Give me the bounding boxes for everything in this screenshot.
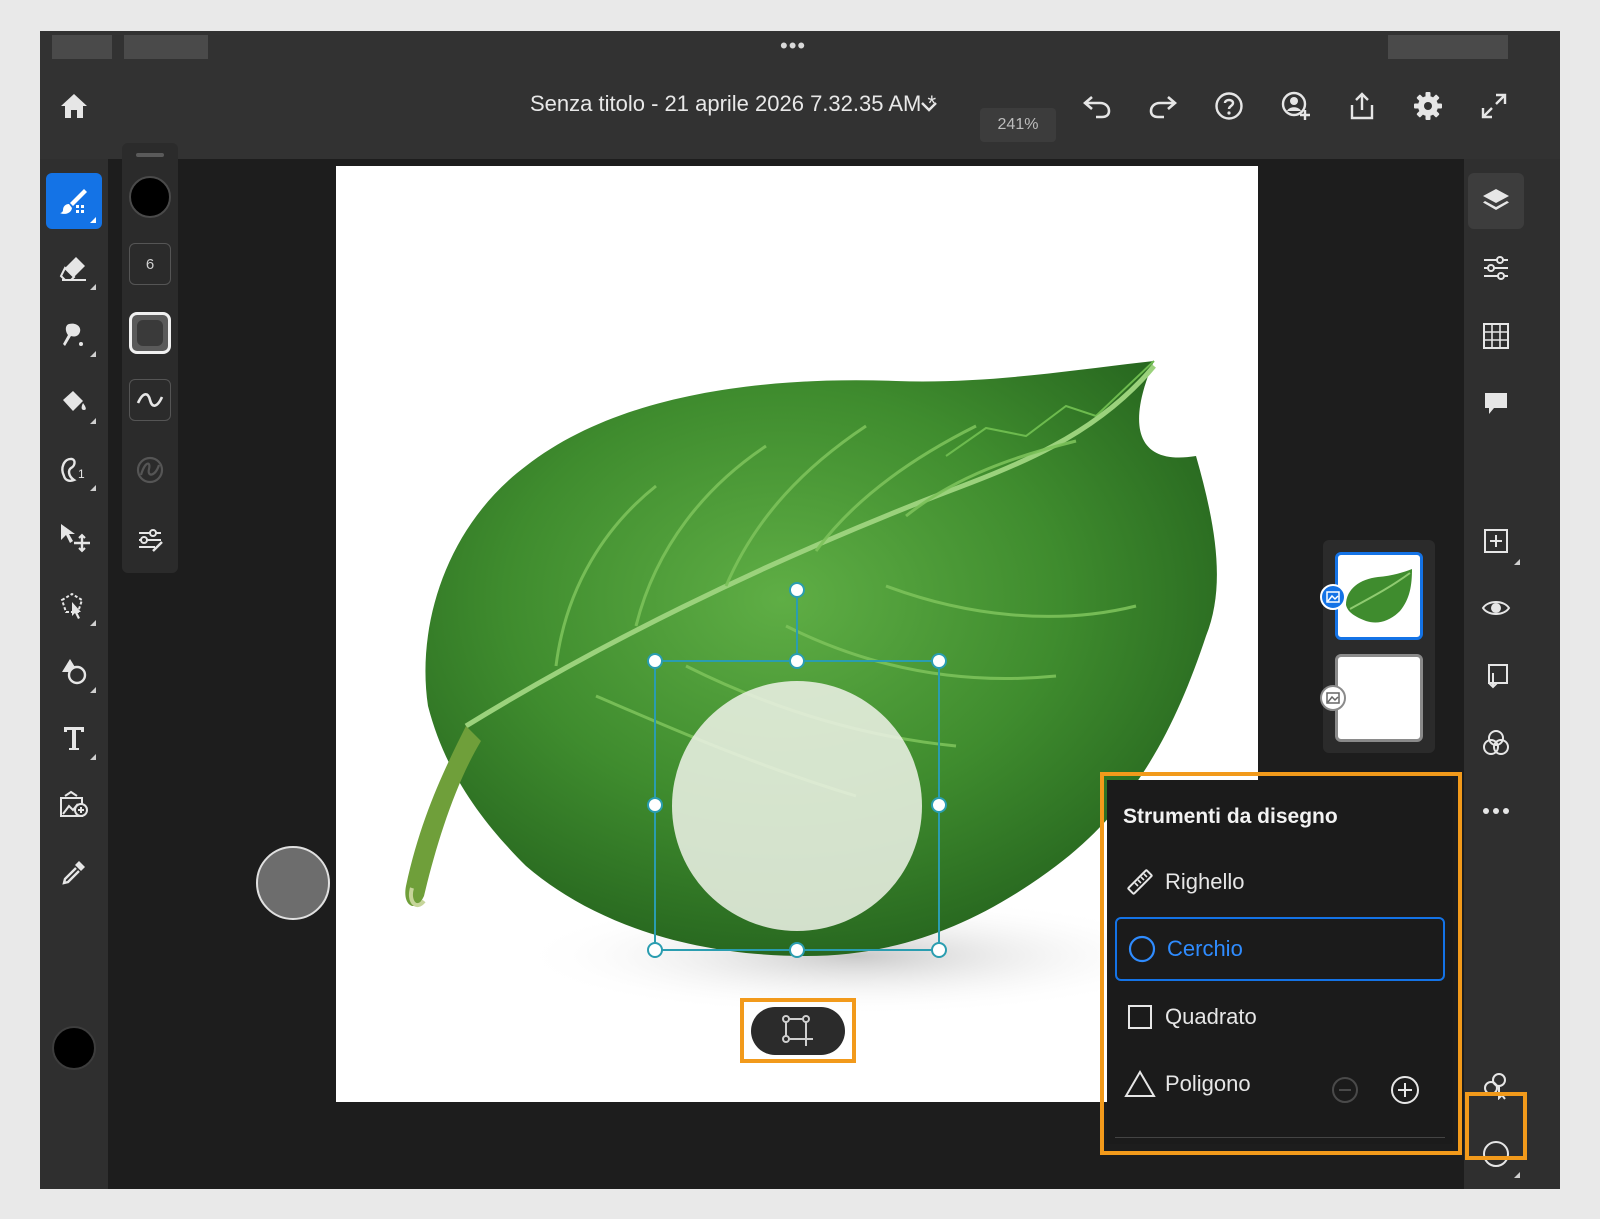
increase-sides-icon[interactable]: [1389, 1074, 1421, 1106]
transform-button[interactable]: [751, 1007, 845, 1055]
invite-user-icon[interactable]: [1276, 86, 1316, 126]
share-icon[interactable]: [1342, 86, 1382, 126]
left-toolbar: 1: [40, 159, 108, 1189]
circle-label: Cerchio: [1167, 936, 1243, 961]
layer-thumbnail-leaf[interactable]: [1335, 552, 1423, 640]
eyedropper-tool[interactable]: [46, 844, 102, 900]
comments-button[interactable]: [1468, 375, 1524, 431]
decrease-sides-icon[interactable]: [1331, 1076, 1359, 1104]
adjustments-button[interactable]: [1468, 240, 1524, 296]
modifier-touch-button[interactable]: [256, 846, 330, 920]
shape-tool[interactable]: [46, 643, 102, 699]
text-tool[interactable]: [46, 710, 102, 766]
smoothing-button[interactable]: [129, 379, 171, 421]
circle-icon: [1117, 934, 1167, 964]
layers-thumbnail-panel: [1320, 540, 1435, 753]
clipping-mask-button[interactable]: [1468, 648, 1524, 704]
popup-title: Strumenti da disegno: [1123, 805, 1338, 828]
blend-icon: [1483, 730, 1509, 755]
more-button[interactable]: [1468, 783, 1524, 839]
more-icon: [1483, 808, 1509, 814]
brush-size-button[interactable]: 6: [129, 243, 171, 285]
lasso-select-tool[interactable]: 1: [46, 441, 102, 497]
square-option[interactable]: Quadrato: [1115, 985, 1445, 1049]
ruler-label: Righello: [1165, 869, 1245, 894]
visibility-button[interactable]: [1468, 580, 1524, 636]
image-layer-icon: [1320, 685, 1346, 711]
panel-grip[interactable]: [136, 153, 164, 157]
document-title[interactable]: Senza titolo - 21 aprile 2026 7.32.35 AM…: [530, 91, 936, 117]
top-bar: Senza titolo - 21 aprile 2026 7.32.35 AM…: [40, 61, 1560, 159]
square-icon: [1115, 1002, 1165, 1032]
add-layer-button[interactable]: [1468, 513, 1524, 569]
eraser-tool[interactable]: [46, 240, 102, 296]
brush-preset-button[interactable]: [129, 312, 171, 354]
ruler-option[interactable]: Righello: [1115, 850, 1445, 914]
comment-icon: [1485, 393, 1507, 414]
drawing-tools-popup: Strumenti da disegno Righello Cerchio Qu…: [1107, 780, 1453, 1144]
status-bar: •••: [40, 31, 1560, 61]
brush-tool[interactable]: [46, 173, 102, 229]
polygon-label: Poligono: [1165, 1071, 1251, 1096]
healing-tool[interactable]: [46, 307, 102, 363]
layer-thumbnail-background[interactable]: [1335, 654, 1423, 742]
app-window: ••• Senza titolo - 21 aprile 2026 7.32.3…: [40, 31, 1560, 1189]
layers-icon: [1483, 189, 1509, 210]
brush-options-panel: 6: [122, 143, 178, 573]
polygon-option[interactable]: Poligono: [1115, 1052, 1315, 1116]
right-toolbar: [1464, 159, 1560, 1189]
transform-icon: [782, 1015, 813, 1046]
expand-icon[interactable]: [1474, 86, 1514, 126]
square-label: Quadrato: [1165, 1004, 1257, 1029]
multitask-dots[interactable]: •••: [780, 33, 806, 59]
grid-icon: [1483, 323, 1509, 349]
brush-settings-icon[interactable]: [129, 519, 171, 561]
add-layer-icon: [1484, 529, 1508, 553]
status-blur: [1388, 35, 1508, 59]
chevron-down-icon[interactable]: [909, 86, 949, 126]
status-blur: [52, 35, 112, 59]
undo-icon[interactable]: [1077, 86, 1117, 126]
drawing-aids-highlight: [1465, 1092, 1527, 1160]
svg-text:1: 1: [78, 467, 85, 481]
status-blur: [124, 35, 208, 59]
place-image-tool[interactable]: [46, 777, 102, 833]
pressure-icon[interactable]: [129, 449, 171, 491]
circle-option[interactable]: Cerchio: [1115, 917, 1445, 981]
triangle-icon: [1115, 1069, 1165, 1099]
layers-button[interactable]: [1468, 173, 1524, 229]
sliders-icon: [1484, 256, 1508, 280]
fill-tool[interactable]: [46, 374, 102, 430]
move-tool[interactable]: [46, 509, 102, 565]
popup-divider: [1115, 1137, 1445, 1138]
home-icon[interactable]: [54, 86, 94, 126]
ruler-icon: [1115, 867, 1165, 897]
quick-select-tool[interactable]: [46, 576, 102, 632]
gear-icon[interactable]: [1408, 86, 1448, 126]
help-icon[interactable]: [1209, 86, 1249, 126]
brush-color-swatch[interactable]: [129, 176, 171, 218]
zoom-level[interactable]: 241%: [980, 108, 1056, 142]
eye-icon: [1481, 601, 1511, 615]
clip-mask-icon: [1488, 664, 1508, 689]
blend-mode-button[interactable]: [1468, 715, 1524, 771]
grid-button[interactable]: [1468, 308, 1524, 364]
redo-icon[interactable]: [1143, 86, 1183, 126]
foreground-color-swatch[interactable]: [52, 1026, 96, 1070]
image-layer-icon: [1320, 584, 1346, 610]
